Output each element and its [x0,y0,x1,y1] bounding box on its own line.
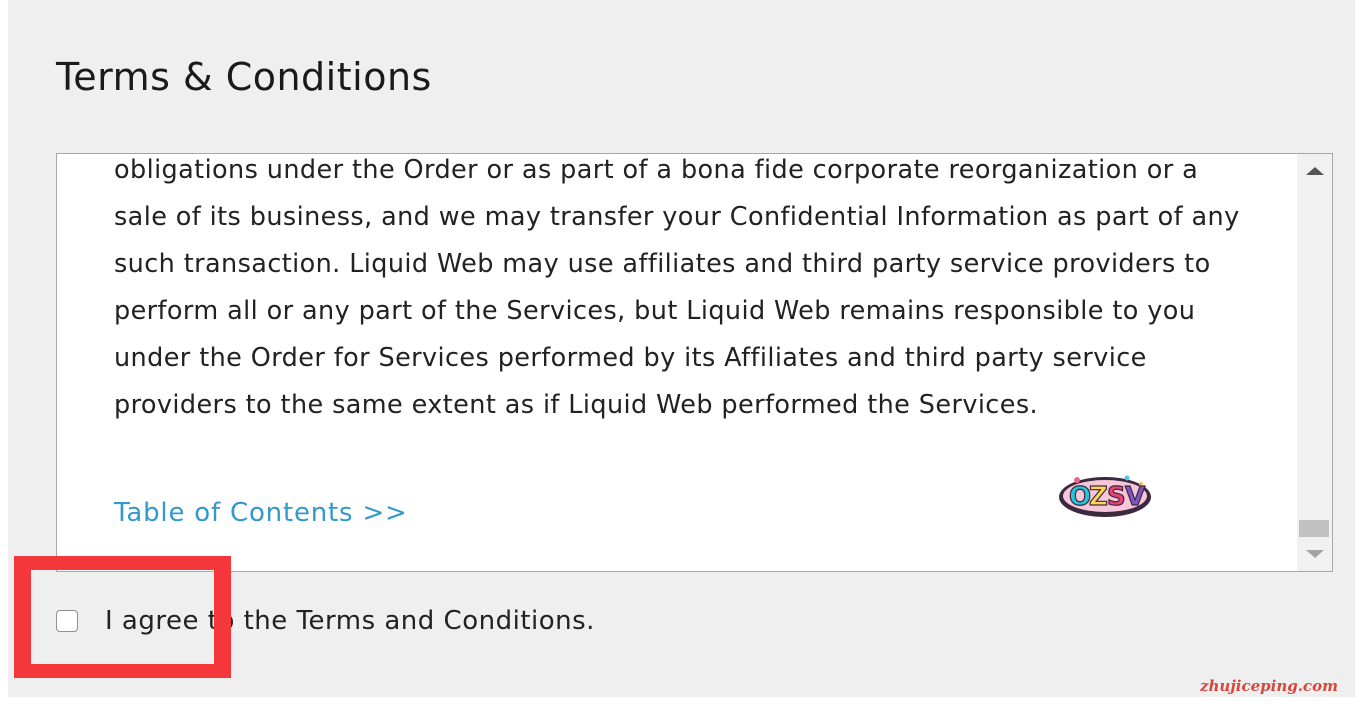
page-footer-strip [0,697,1355,721]
svg-text:V: V [1125,482,1145,512]
svg-text:Z: Z [1089,482,1108,512]
site-watermark: zhujiceping.com [1200,677,1338,695]
page-title: Terms & Conditions [56,55,432,99]
agree-label[interactable]: I agree to the Terms and Conditions. [105,606,595,636]
scroll-down-arrow-icon[interactable] [1297,537,1332,571]
table-of-contents-link[interactable]: Table of Contents >> [114,498,408,528]
ozsv-sticker-logo: O Z S V [1059,475,1151,517]
terms-body-text: obligations under the Order or as part o… [114,155,1240,420]
vertical-scrollbar[interactable] [1297,154,1332,571]
svg-text:O: O [1069,482,1091,512]
agree-checkbox[interactable] [56,610,78,632]
svg-text:S: S [1107,482,1126,512]
scrollbar-thumb[interactable] [1299,520,1329,537]
scroll-up-arrow-icon[interactable] [1297,154,1332,188]
